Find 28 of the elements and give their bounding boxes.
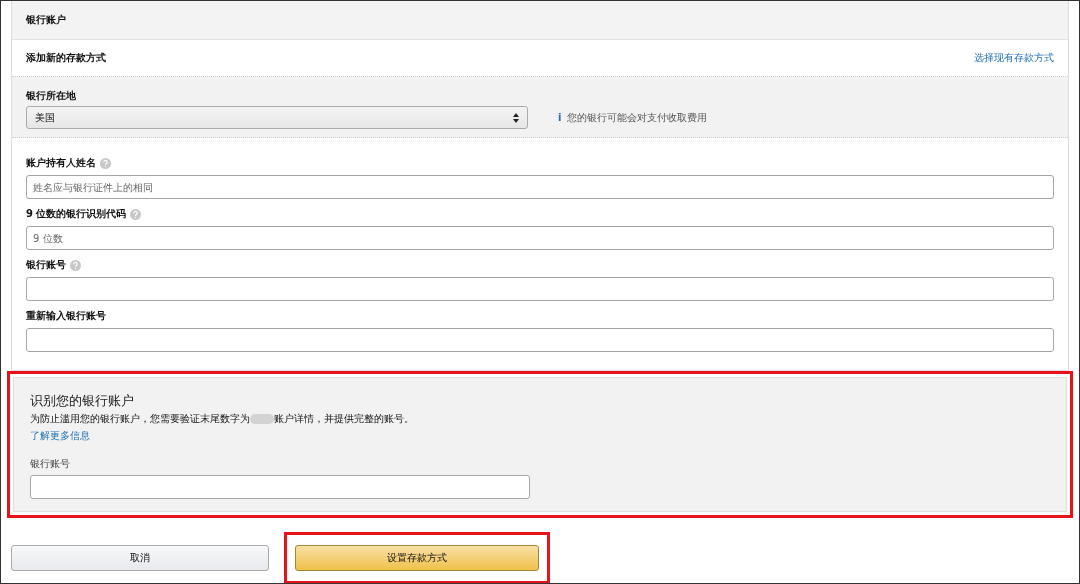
- submit-button[interactable]: 设置存款方式: [295, 545, 539, 571]
- help-icon[interactable]: [130, 208, 142, 220]
- country-select[interactable]: 美国: [26, 106, 528, 129]
- field-label: 重新输入银行账号: [26, 309, 106, 323]
- fee-note: 您的银行可能会对支付收取费用: [567, 110, 708, 125]
- text-field[interactable]: [26, 277, 1054, 301]
- field-label: 银行所在地: [26, 90, 76, 101]
- help-icon[interactable]: [70, 259, 81, 271]
- field-label: 账户持有人姓名: [26, 156, 96, 170]
- dropdown-icon: [513, 112, 519, 123]
- section-title: 添加新的存款方式: [26, 51, 106, 65]
- verify-title: 识别您的银行账户: [30, 392, 135, 410]
- panel-title: 银行账户: [26, 13, 66, 27]
- field-label: 银行账号: [30, 457, 71, 471]
- verify-text: 账户详情，并提供完整的账号。: [274, 412, 414, 426]
- redaction-blur: [250, 414, 274, 424]
- text-field[interactable]: 9 位数: [26, 226, 1054, 250]
- text-field[interactable]: [26, 328, 1054, 352]
- account-number-field[interactable]: [30, 475, 530, 499]
- learn-more-link[interactable]: 了解更多信息: [30, 429, 1050, 443]
- cancel-button[interactable]: 取消: [11, 545, 269, 571]
- choose-existing-link[interactable]: 选择现有存款方式: [974, 51, 1054, 65]
- field-label: 9 位数的银行识别代码: [26, 207, 127, 221]
- text-field[interactable]: 姓名应与银行证件上的相同: [26, 175, 1054, 199]
- verify-text: 为防止滥用您的银行账户，您需要验证末尾数字为: [30, 412, 250, 426]
- field-label: 银行账号: [26, 258, 66, 272]
- info-icon: i: [558, 112, 562, 123]
- help-icon[interactable]: [100, 157, 111, 169]
